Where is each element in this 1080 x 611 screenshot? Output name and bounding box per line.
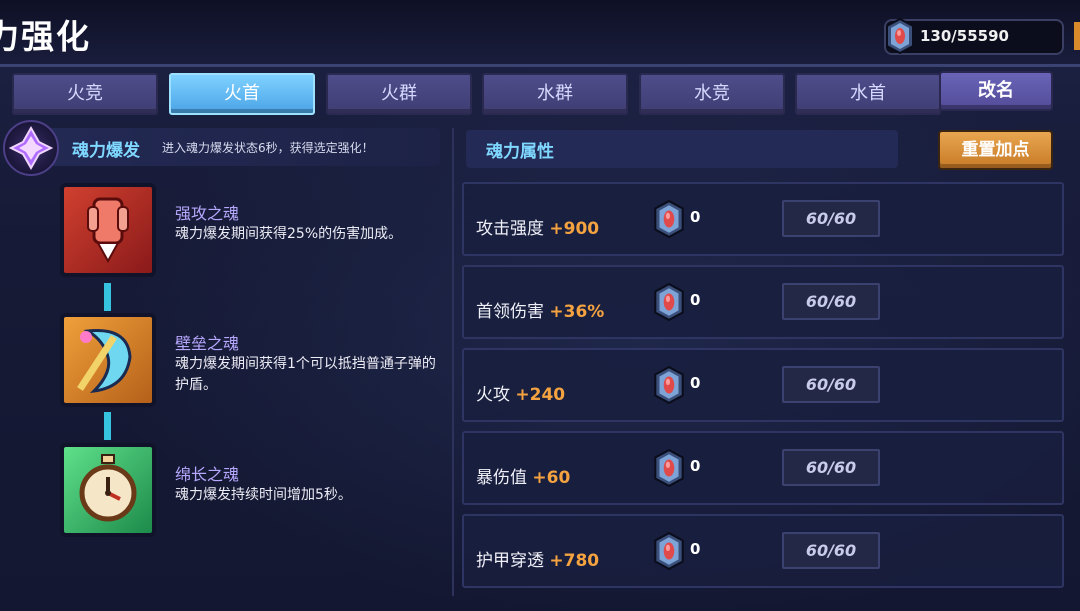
attribute-cost: 0 — [690, 208, 701, 226]
skill-name: 强攻之魂 — [175, 204, 240, 223]
tab-water-group[interactable]: 水群 — [482, 73, 628, 115]
currency-display: 130/55590 — [884, 18, 1064, 55]
attribute-bonus: +60 — [532, 468, 571, 488]
attribute-cost: 0 — [690, 374, 701, 392]
page-title: 力强化 — [0, 17, 91, 56]
fist-icon — [87, 197, 129, 264]
attribute-row[interactable]: 攻击强度 +900 0 60/60 — [462, 182, 1064, 256]
soul-gem-icon — [654, 532, 684, 570]
attribute-label: 暴伤值 +60 — [476, 463, 570, 488]
tab-water-arena[interactable]: 水竞 — [639, 73, 785, 115]
soul-gem-icon — [654, 449, 684, 487]
skill-icon-frame[interactable] — [60, 183, 156, 277]
attribute-bonus: +780 — [549, 551, 600, 571]
burst-description: 进入魂力爆发状态6秒，获得选定强化！ — [162, 141, 374, 155]
skill-icon-frame[interactable] — [60, 443, 156, 537]
attribute-level-box[interactable]: 60/60 — [782, 200, 880, 237]
attribute-name: 护甲穿透 — [476, 551, 544, 571]
attribute-level-box[interactable]: 60/60 — [782, 532, 880, 569]
header-bar: 力强化 130/55590 — [0, 0, 1080, 64]
attribute-level-box[interactable]: 60/60 — [782, 283, 880, 320]
skill-description: 魂力爆发期间获得1个可以抵挡普通子弹的护盾。 — [175, 356, 436, 393]
tab-water-boss[interactable]: 水首 — [795, 73, 941, 115]
attribute-level-box[interactable]: 60/60 — [782, 366, 880, 403]
skill-name: 壁垒之魂 — [175, 334, 240, 353]
attribute-row[interactable]: 火攻 +240 0 60/60 — [462, 348, 1064, 422]
attribute-name: 火攻 — [476, 385, 510, 405]
attribute-label: 护甲穿透 +780 — [476, 546, 599, 571]
skill-connector — [104, 412, 111, 440]
soul-gem-icon — [654, 200, 684, 238]
skill-connector — [104, 283, 111, 311]
tab-fire-boss[interactable]: 火首 — [169, 73, 315, 115]
shield-icon — [77, 329, 132, 394]
attribute-label: 攻击强度 +900 — [476, 214, 599, 239]
attribute-header: 魂力属性 — [466, 130, 898, 168]
burst-title: 魂力爆发 — [72, 141, 140, 161]
attribute-row[interactable]: 暴伤值 +60 0 60/60 — [462, 431, 1064, 505]
reset-points-button[interactable]: 重置加点 — [938, 130, 1053, 170]
soul-burst-icon — [3, 120, 59, 176]
attribute-bonus: +36% — [549, 302, 605, 322]
attribute-name: 首领伤害 — [476, 302, 544, 322]
attribute-cost: 0 — [690, 291, 701, 309]
skill-description: 魂力爆发持续时间增加5秒。 — [175, 487, 352, 503]
currency-amount: 130/55590 — [920, 27, 1009, 45]
attribute-row[interactable]: 首领伤害 +36% 0 60/60 — [462, 265, 1064, 339]
attribute-bonus: +900 — [549, 219, 600, 239]
panel-divider — [452, 128, 454, 596]
attribute-label: 火攻 +240 — [476, 380, 565, 405]
skill-name: 绵长之魂 — [175, 465, 240, 484]
attribute-name: 暴伤值 — [476, 468, 527, 488]
attribute-level-box[interactable]: 60/60 — [782, 449, 880, 486]
soul-gem-icon — [654, 283, 684, 321]
tab-fire-group[interactable]: 火群 — [326, 73, 472, 115]
attribute-cost: 0 — [690, 457, 701, 475]
stopwatch-icon — [79, 454, 137, 522]
attribute-bonus: +240 — [515, 385, 566, 405]
attribute-title: 魂力属性 — [486, 142, 554, 162]
soul-gem-icon — [886, 18, 914, 54]
skill-icon-frame[interactable] — [60, 313, 156, 407]
header-divider — [0, 64, 1080, 67]
header-edge-decoration — [1074, 22, 1080, 50]
attribute-row[interactable]: 护甲穿透 +780 0 60/60 — [462, 514, 1064, 588]
attribute-name: 攻击强度 — [476, 219, 544, 239]
attribute-cost: 0 — [690, 540, 701, 558]
skill-description: 魂力爆发期间获得25%的伤害加成。 — [175, 226, 403, 242]
soul-gem-icon — [654, 366, 684, 404]
attribute-label: 首领伤害 +36% — [476, 297, 604, 322]
rename-button[interactable]: 改名 — [939, 71, 1053, 111]
tab-fire-arena[interactable]: 火竞 — [12, 73, 158, 115]
